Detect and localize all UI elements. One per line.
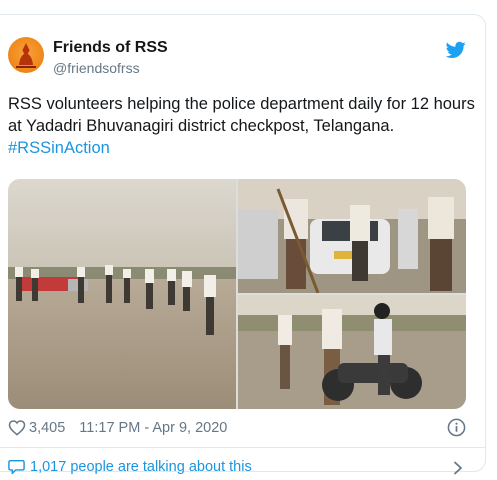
heart-icon — [8, 420, 26, 436]
conversation-text: 1,017 people are talking about this — [30, 459, 252, 475]
photo-volunteers-line[interactable] — [8, 179, 236, 409]
like-button[interactable]: 3,405 — [8, 419, 65, 436]
conversation-link[interactable]: 1,017 people are talking about this — [8, 459, 252, 475]
info-icon[interactable] — [447, 418, 466, 437]
photo-checkpoint-car[interactable] — [238, 179, 466, 293]
hashtag-link[interactable]: #RSSinAction — [8, 137, 478, 159]
twitter-bird-icon[interactable] — [446, 41, 466, 59]
author-avatar[interactable] — [8, 37, 44, 73]
chevron-right-icon[interactable] — [452, 461, 464, 475]
media-grid[interactable] — [8, 179, 466, 409]
tweet-card: Friends of RSS @friendsofrss RSS volunte… — [0, 14, 486, 475]
photo-motorcycle-check[interactable] — [238, 295, 466, 409]
author-handle[interactable]: @friendsofrss — [53, 60, 140, 76]
author-name[interactable]: Friends of RSS — [53, 39, 168, 57]
tweet-body: RSS volunteers helping the police depart… — [8, 95, 475, 135]
speech-bubble-icon — [8, 459, 25, 475]
card-divider — [0, 447, 486, 448]
tweet-timestamp[interactable]: 11:17 PM - Apr 9, 2020 — [79, 420, 227, 436]
tweet-text: RSS volunteers helping the police depart… — [8, 93, 478, 159]
like-count: 3,405 — [29, 419, 66, 436]
tweet-meta: 3,405 11:17 PM - Apr 9, 2020 — [8, 419, 227, 436]
